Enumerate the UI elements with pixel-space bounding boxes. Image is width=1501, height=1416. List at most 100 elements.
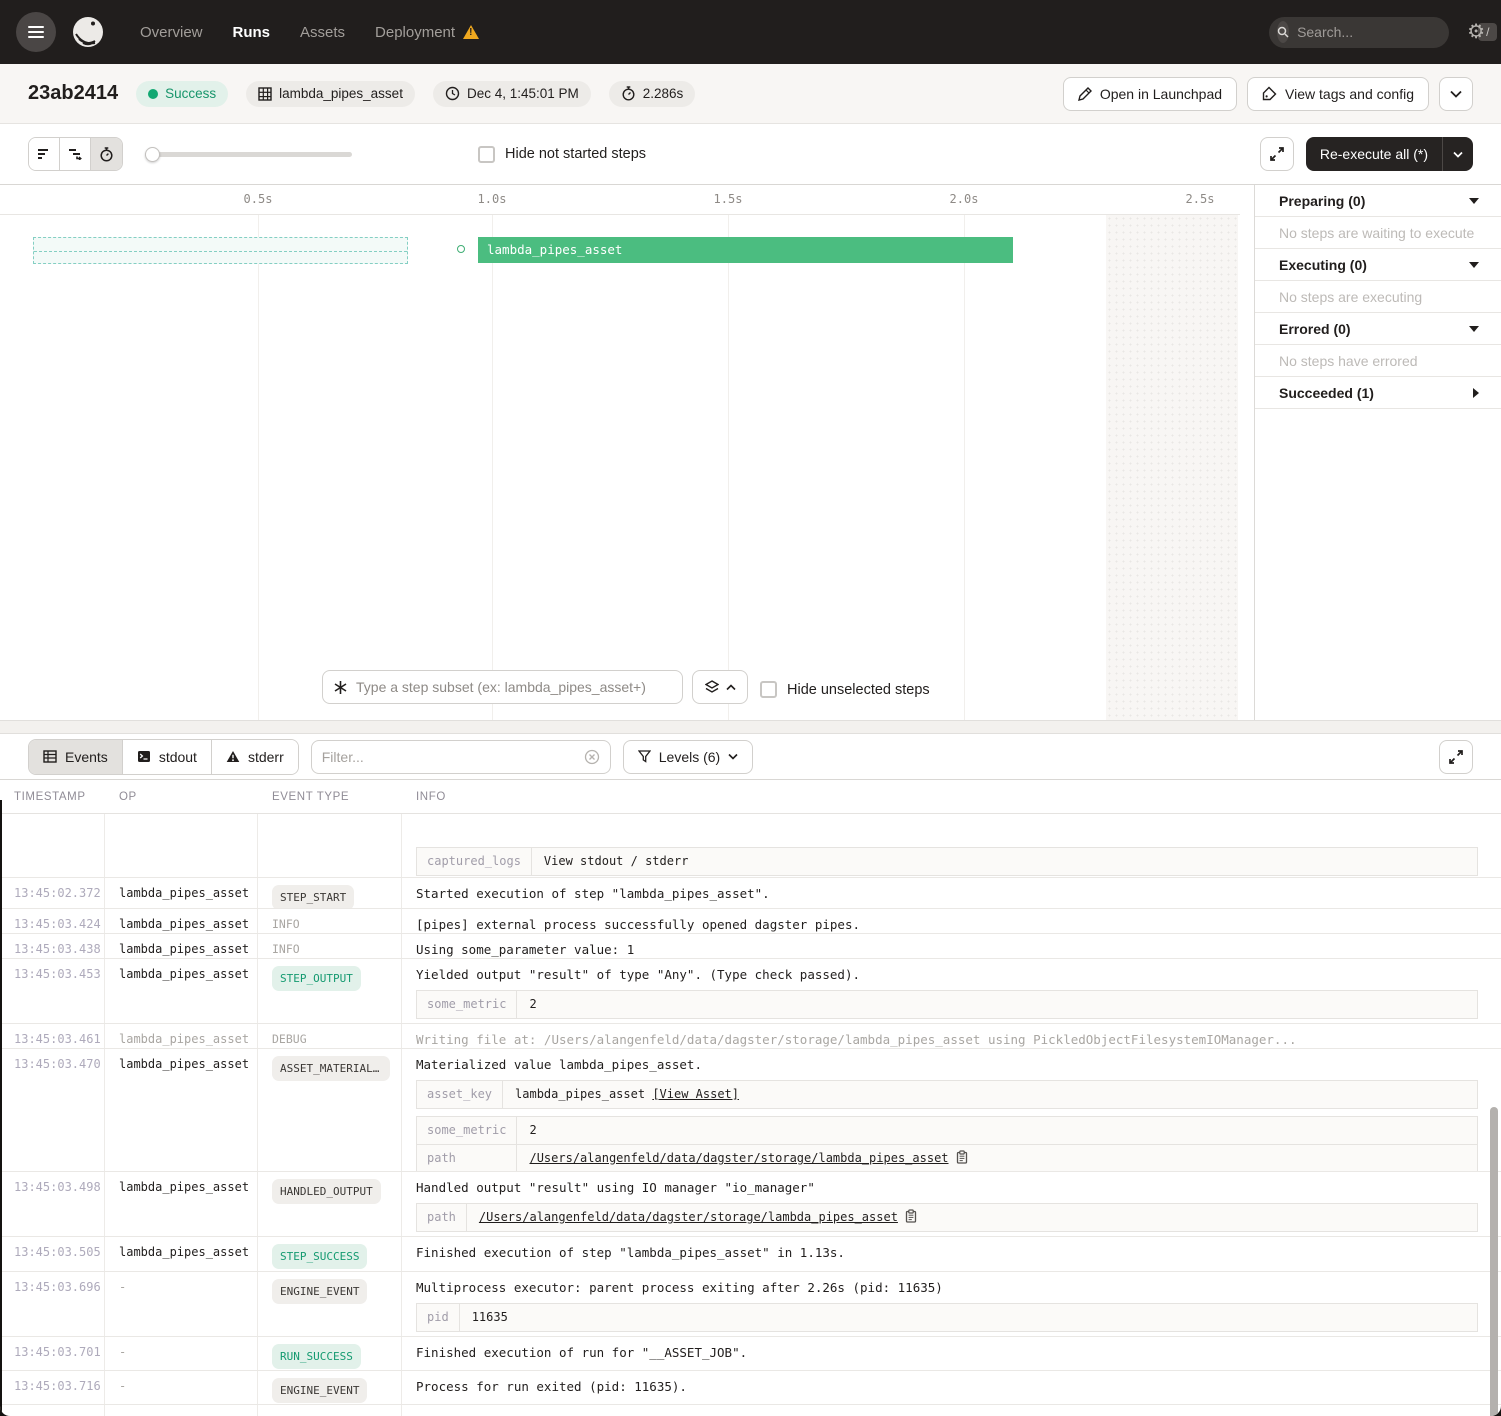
view-asset-link[interactable]: [View Asset] bbox=[652, 1087, 739, 1101]
expand-icon bbox=[1270, 147, 1284, 161]
hamburger-menu-icon[interactable] bbox=[16, 12, 56, 52]
nav-deployment[interactable]: Deployment bbox=[375, 24, 479, 41]
job-tag[interactable]: lambda_pipes_asset bbox=[246, 81, 415, 107]
log-tabs: Events stdout stderr bbox=[28, 739, 299, 775]
step-start-marker-icon bbox=[457, 245, 465, 253]
collapse-triangle-icon bbox=[1469, 262, 1479, 268]
tab-events[interactable]: Events bbox=[29, 740, 123, 774]
log-info: Multiprocess executor: parent process ex… bbox=[402, 1272, 1501, 1336]
slider-knob[interactable] bbox=[145, 147, 160, 162]
tab-stderr[interactable]: stderr bbox=[212, 740, 298, 774]
gantt-zoom-slider[interactable] bbox=[145, 147, 352, 161]
graph-options-button[interactable] bbox=[692, 670, 748, 704]
log-panel: Events stdout stderr Levels (6 bbox=[0, 734, 1501, 1416]
run-duration-label: 2.286s bbox=[643, 86, 684, 101]
log-row[interactable]: 13:45:03.716-ENGINE_EVENTProcess for run… bbox=[0, 1371, 1501, 1405]
nav-deployment-label: Deployment bbox=[375, 24, 455, 41]
sidebar-section-succeeded[interactable]: Succeeded (1) bbox=[1255, 377, 1501, 409]
success-dot-icon bbox=[148, 89, 158, 99]
nav-assets[interactable]: Assets bbox=[300, 24, 345, 41]
log-row[interactable]: 13:45:03.696-ENGINE_EVENTMultiprocess ex… bbox=[0, 1272, 1501, 1337]
status-badge[interactable]: Success bbox=[136, 81, 228, 107]
gridline bbox=[964, 215, 965, 720]
col-info: INFO bbox=[402, 780, 1501, 813]
log-row[interactable]: 13:45:03.498lambda_pipes_assetHANDLED_OU… bbox=[0, 1172, 1501, 1237]
metadata-link[interactable]: /Users/alangenfeld/data/dagster/storage/… bbox=[479, 1210, 898, 1224]
dagster-logo-icon[interactable] bbox=[70, 14, 106, 50]
open-in-launchpad-button[interactable]: Open in Launchpad bbox=[1063, 77, 1237, 111]
log-row[interactable]: 13:45:02.372lambda_pipes_assetSTEP_START… bbox=[0, 878, 1501, 909]
log-row[interactable]: 13:45:03.461lambda_pipes_assetDEBUGWriti… bbox=[0, 1024, 1501, 1049]
section-label: Executing (0) bbox=[1279, 257, 1367, 273]
copy-icon[interactable] bbox=[956, 1150, 968, 1164]
horizontal-splitter[interactable] bbox=[0, 720, 1501, 734]
log-timestamp: 13:45:03.453 bbox=[0, 959, 105, 1023]
log-scrollbar-thumb[interactable] bbox=[1490, 1107, 1498, 1416]
log-op bbox=[105, 814, 258, 877]
log-rows: captured_logsView stdout / stderr13:45:0… bbox=[0, 814, 1501, 1416]
tab-stdout[interactable]: stdout bbox=[123, 740, 212, 774]
gantt-view-mode-switch bbox=[28, 137, 123, 171]
metadata-link[interactable]: /Users/alangenfeld/data/dagster/storage/… bbox=[529, 1151, 948, 1165]
clear-filter-icon[interactable] bbox=[584, 749, 600, 765]
hide-not-started-label: Hide not started steps bbox=[505, 146, 646, 162]
log-info-text: Using some_parameter value: 1 bbox=[416, 941, 1489, 958]
nav-overview[interactable]: Overview bbox=[140, 24, 203, 41]
job-tag-label: lambda_pipes_asset bbox=[279, 86, 403, 101]
gantt-toolbar: Hide not started steps Re-execute all (*… bbox=[0, 124, 1501, 185]
metadata-value: /Users/alangenfeld/data/dagster/storage/… bbox=[466, 1204, 1477, 1232]
metadata-table: path/Users/alangenfeld/data/dagster/stor… bbox=[416, 1203, 1489, 1232]
log-row[interactable]: 13:45:03.453lambda_pipes_assetSTEP_OUTPU… bbox=[0, 959, 1501, 1024]
gantt-step-bar[interactable]: lambda_pipes_asset bbox=[478, 237, 1013, 263]
view-mode-flat-button[interactable] bbox=[29, 138, 60, 170]
gantt-fullscreen-button[interactable] bbox=[1260, 137, 1294, 171]
metadata-key: pid bbox=[417, 1304, 460, 1332]
empty-cell bbox=[258, 1405, 402, 1416]
metadata-key: some_metric bbox=[417, 1117, 517, 1145]
global-search[interactable]: / bbox=[1269, 17, 1449, 48]
log-filter-input[interactable] bbox=[322, 749, 584, 765]
log-row[interactable]: 13:45:03.701-RUN_SUCCESSFinished executi… bbox=[0, 1337, 1501, 1371]
view-tags-config-button[interactable]: View tags and config bbox=[1247, 77, 1429, 111]
reexecute-dropdown-button[interactable] bbox=[1443, 151, 1473, 158]
log-info: Finished execution of step "lambda_pipes… bbox=[402, 1237, 1501, 1271]
layers-icon bbox=[705, 680, 719, 694]
hide-not-started-checkbox[interactable] bbox=[478, 146, 495, 163]
hide-unselected-checkbox[interactable] bbox=[760, 681, 777, 698]
log-row[interactable]: 13:45:03.438lambda_pipes_assetINFOUsing … bbox=[0, 934, 1501, 959]
metadata-value: /Users/alangenfeld/data/dagster/storage/… bbox=[517, 1145, 1478, 1172]
log-fullscreen-button[interactable] bbox=[1439, 740, 1473, 774]
settings-gear-icon[interactable]: ⚙ bbox=[1467, 22, 1485, 42]
metadata-key: path bbox=[417, 1145, 517, 1172]
log-op: - bbox=[105, 1371, 258, 1404]
sidebar-section-errored[interactable]: Errored (0) bbox=[1255, 313, 1501, 345]
nav-runs[interactable]: Runs bbox=[233, 24, 271, 41]
log-op: lambda_pipes_asset bbox=[105, 1024, 258, 1048]
view-mode-timed-button[interactable] bbox=[91, 138, 122, 170]
slider-track[interactable] bbox=[145, 152, 352, 157]
log-info: captured_logsView stdout / stderr bbox=[402, 814, 1501, 877]
log-row[interactable]: 13:45:03.424lambda_pipes_assetINFO[pipes… bbox=[0, 909, 1501, 934]
sidebar-section-preparing[interactable]: Preparing (0) bbox=[1255, 185, 1501, 217]
log-row[interactable]: 13:45:03.505lambda_pipes_assetSTEP_SUCCE… bbox=[0, 1237, 1501, 1272]
log-timestamp: 13:45:03.696 bbox=[0, 1272, 105, 1336]
run-more-actions-button[interactable] bbox=[1439, 77, 1473, 111]
levels-filter-button[interactable]: Levels (6) bbox=[623, 740, 753, 774]
event-type-text: DEBUG bbox=[272, 1032, 307, 1046]
gantt-plot-area[interactable]: lambda_pipes_asset Hide unselected steps bbox=[0, 215, 1240, 720]
log-info: Started execution of step "lambda_pipes_… bbox=[402, 878, 1501, 908]
stopwatch-icon bbox=[621, 86, 636, 101]
log-row[interactable]: 13:45:03.470lambda_pipes_assetASSET_MATE… bbox=[0, 1049, 1501, 1172]
log-timestamp: 13:45:03.701 bbox=[0, 1337, 105, 1370]
log-info-text: Finished execution of step "lambda_pipes… bbox=[416, 1244, 1489, 1261]
panel-divider[interactable] bbox=[1240, 185, 1255, 720]
search-input[interactable] bbox=[1297, 24, 1478, 40]
reexecute-all-button[interactable]: Re-execute all (*) bbox=[1306, 137, 1473, 171]
run-startup-placeholder-span bbox=[33, 237, 408, 264]
view-mode-waterfall-button[interactable] bbox=[60, 138, 91, 170]
sidebar-section-executing[interactable]: Executing (0) bbox=[1255, 249, 1501, 281]
log-event-type bbox=[258, 814, 402, 877]
copy-icon[interactable] bbox=[905, 1209, 917, 1223]
step-subset-input[interactable] bbox=[356, 679, 672, 695]
log-row[interactable]: captured_logsView stdout / stderr bbox=[0, 814, 1501, 878]
